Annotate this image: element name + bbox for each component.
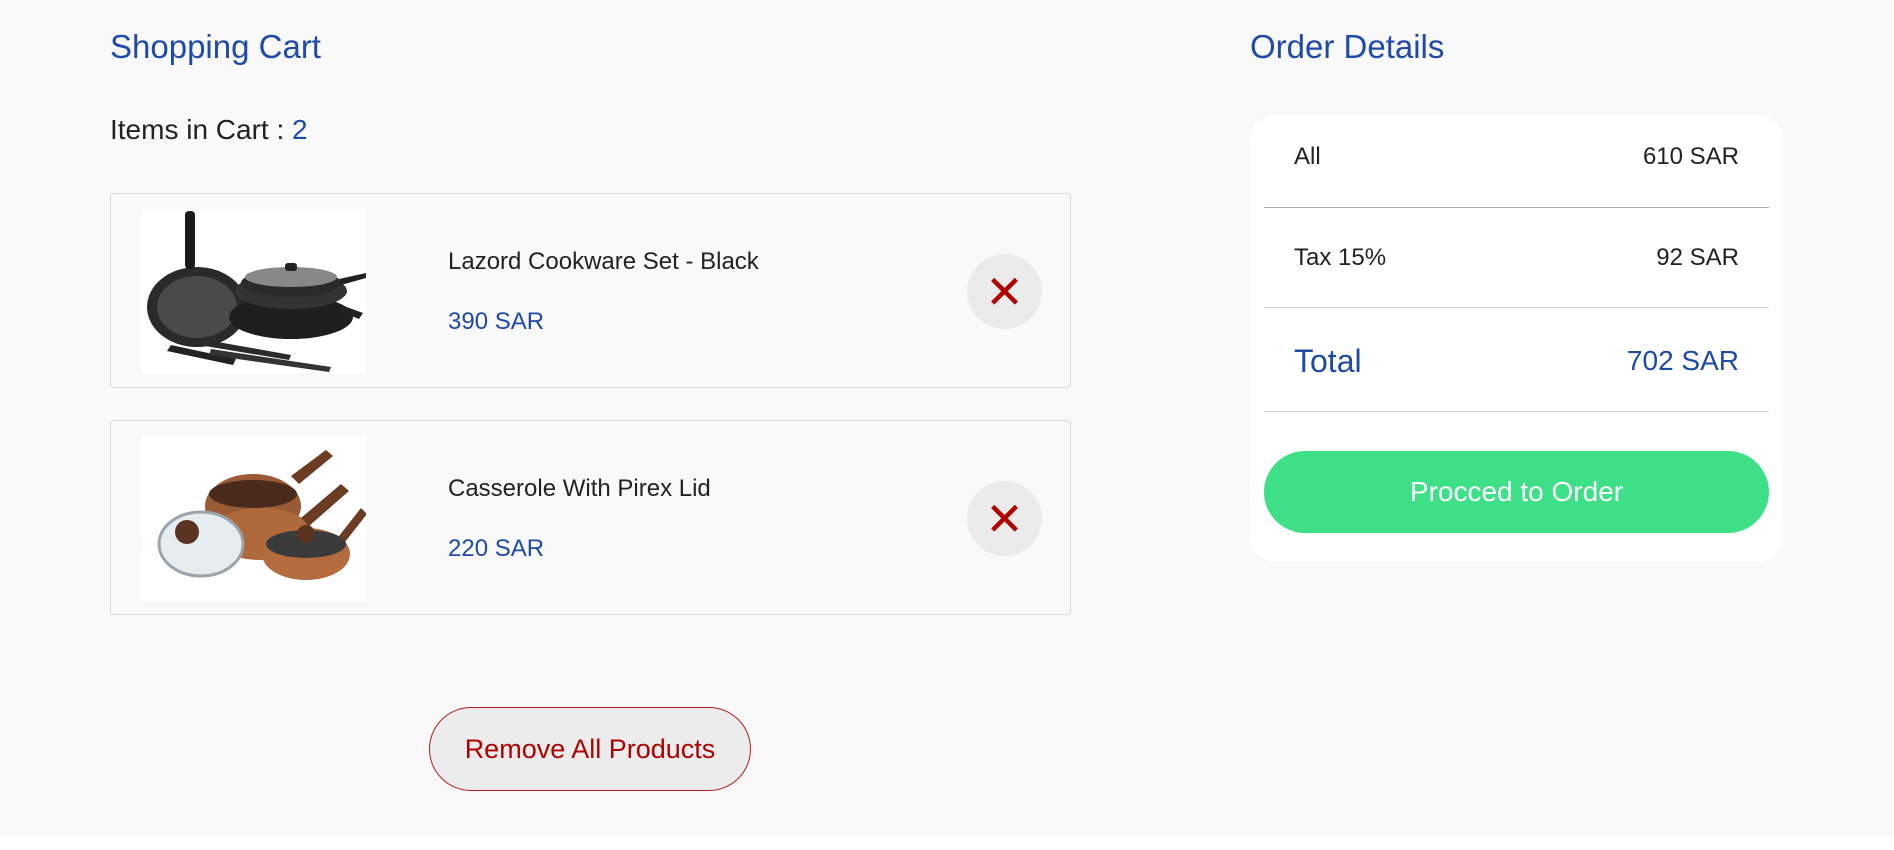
product-name: Lazord Cookware Set - Black — [448, 248, 759, 275]
product-price: 220 SAR — [448, 535, 545, 562]
cart-item: Lazord Cookware Set - Black 390 SAR ✕ — [110, 193, 1071, 388]
remove-item-button[interactable]: ✕ — [967, 481, 1042, 556]
product-image-black-cookware[interactable] — [141, 209, 366, 374]
proceed-to-order-button[interactable]: Procced to Order — [1264, 451, 1769, 533]
product-price: 390 SAR — [448, 308, 545, 335]
tax-value: 92 SAR — [1656, 244, 1739, 271]
total-row: Total 702 SAR — [1264, 307, 1769, 412]
cart-item: Casserole With Pirex Lid 220 SAR ✕ — [110, 420, 1071, 615]
total-value: 702 SAR — [1626, 345, 1739, 376]
remove-item-button[interactable]: ✕ — [967, 254, 1042, 329]
order-details-title: Order Details — [1250, 28, 1445, 65]
items-in-cart: Items in Cart : 2 — [110, 114, 308, 146]
remove-all-products-button[interactable]: Remove All Products — [429, 707, 751, 791]
subtotal-row: All 610 SAR — [1264, 115, 1769, 208]
items-in-cart-count: 2 — [292, 114, 308, 145]
black-cookware-illustration — [141, 209, 366, 374]
product-name: Casserole With Pirex Lid — [448, 475, 711, 502]
shopping-cart-title: Shopping Cart — [110, 28, 321, 65]
close-icon: ✕ — [985, 264, 1024, 319]
product-image-copper-casserole[interactable] — [141, 436, 366, 601]
subtotal-value: 610 SAR — [1642, 143, 1739, 170]
copper-casserole-illustration — [141, 436, 366, 601]
close-icon: ✕ — [985, 491, 1024, 546]
subtotal-label: All — [1294, 143, 1321, 170]
tax-row: Tax 15% 92 SAR — [1264, 207, 1769, 308]
tax-label: Tax 15% — [1294, 244, 1387, 271]
items-in-cart-label: Items in Cart : — [110, 114, 285, 145]
total-label: Total — [1294, 343, 1362, 379]
order-summary-card: All 610 SAR Tax 15% 92 SAR Total 702 SAR… — [1250, 115, 1783, 562]
